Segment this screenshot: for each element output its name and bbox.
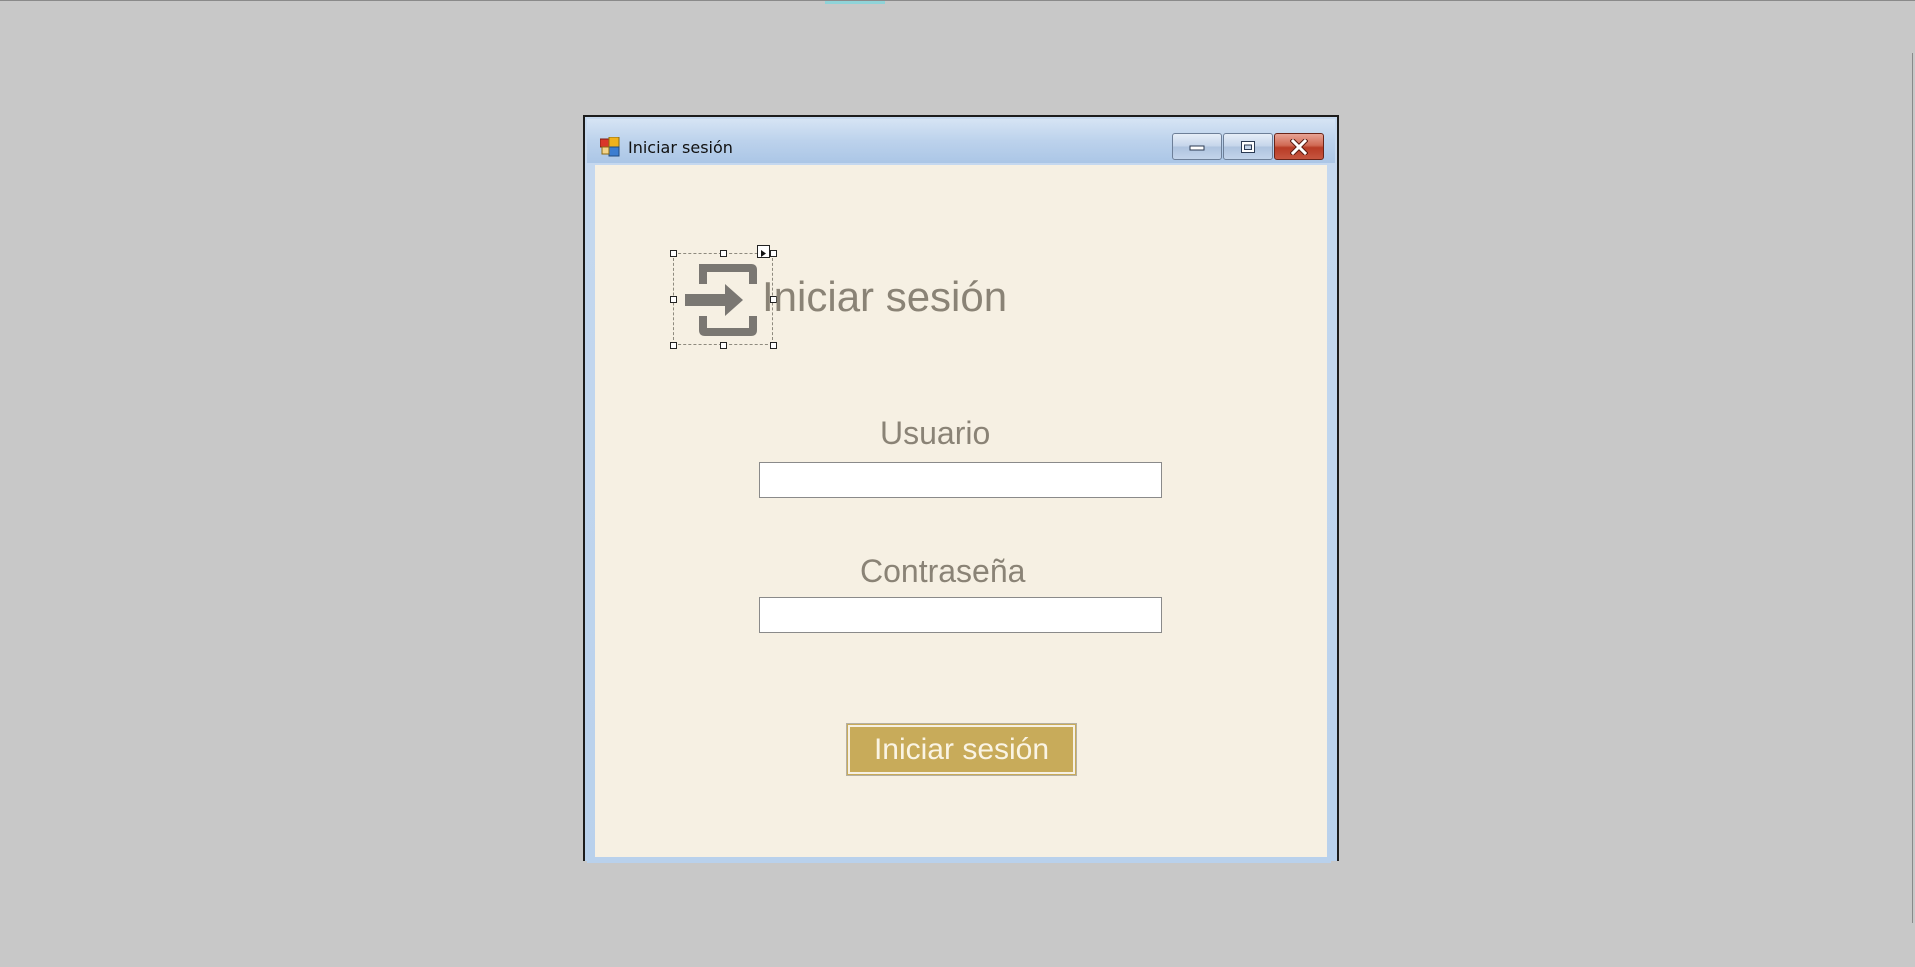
resize-handle-top-left[interactable] (670, 250, 677, 257)
maximize-icon (1241, 140, 1255, 153)
username-input[interactable] (759, 462, 1162, 498)
resize-handle-bottom[interactable] (720, 342, 727, 349)
login-icon-picturebox[interactable] (670, 245, 777, 349)
form-heading: Iniciar sesión (762, 273, 1008, 320)
password-label: Contraseña (860, 553, 1026, 589)
designer-tab-accent (825, 1, 885, 4)
resize-handle-top-right[interactable] (770, 250, 777, 257)
minimize-icon (1189, 145, 1205, 150)
login-icon (685, 264, 757, 336)
login-window: Iniciar sesión Iniciar sesión Usuario Co… (583, 115, 1339, 863)
resize-handle-bottom-right[interactable] (770, 342, 777, 349)
close-button[interactable] (1274, 133, 1324, 160)
minimize-button[interactable] (1172, 133, 1222, 160)
application-icon (599, 136, 620, 157)
login-button[interactable]: Iniciar sesión (846, 723, 1077, 776)
maximize-button[interactable] (1223, 133, 1273, 160)
resize-handle-top[interactable] (720, 250, 727, 257)
close-icon (1290, 138, 1308, 155)
username-label: Usuario (880, 415, 991, 451)
password-input[interactable] (759, 597, 1162, 633)
smart-tag-button[interactable] (757, 245, 770, 258)
window-bottom-border (587, 857, 1331, 863)
title-bar[interactable]: Iniciar sesión (587, 119, 1335, 163)
resize-handle-left[interactable] (670, 296, 677, 303)
designer-scroll-edge (1912, 53, 1913, 923)
designer-surface: Iniciar sesión Iniciar sesión Usuario Co… (0, 0, 1915, 967)
resize-handle-bottom-left[interactable] (670, 342, 677, 349)
form-client-area: Iniciar sesión Usuario Contraseña Inicia… (595, 165, 1327, 857)
window-title: Iniciar sesión (628, 138, 733, 157)
